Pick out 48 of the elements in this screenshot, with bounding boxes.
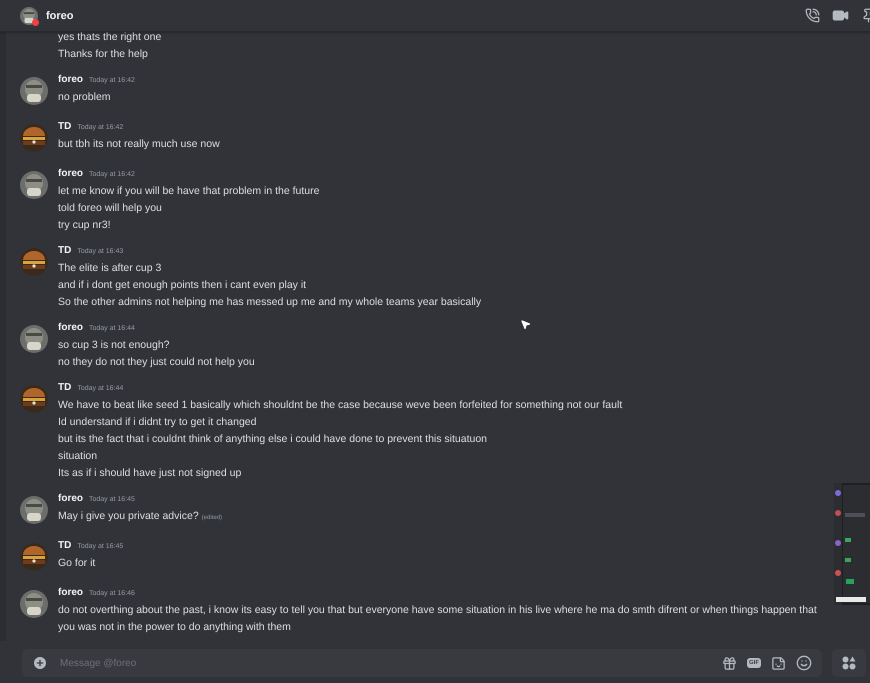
message-text: The elite is after cup 3 [58, 261, 162, 276]
message-text: Id understand if i didnt try to get it changed [58, 415, 258, 430]
cursor-icon [520, 319, 531, 330]
message-text: no they do not they just could not help you [58, 355, 255, 370]
message-text: let me know if you will be have that problem in the future [58, 184, 320, 199]
message-text: but its the fact that i couldnt think of anything else i could have done to prevent this situatuon [58, 432, 488, 447]
message-text: do not overthing about the past, i know its easy to tell you that but everyone have some situation in his live where he ma do smth difrent or when things happen that you was not in the power to do anything with them [58, 603, 818, 635]
message-text: Thanks for the help [58, 47, 149, 62]
message-text: told foreo will help you [58, 201, 163, 216]
message-text: Go for it [58, 556, 96, 571]
author-name[interactable]: TD [58, 121, 72, 132]
avatar [20, 77, 48, 105]
author-name[interactable]: TD [58, 382, 72, 393]
message-text: So the other admins not helping me has messed up me and my whole teams year basically [58, 295, 482, 310]
avatar [20, 543, 48, 571]
apps-button[interactable] [832, 649, 866, 677]
avatar [20, 385, 48, 413]
message-text: try cup nr3! [58, 218, 112, 233]
message-input[interactable]: Message @foreo [58, 656, 712, 670]
message-text: no problem [58, 90, 112, 105]
phone-icon[interactable] [805, 8, 820, 23]
message-text: yes thats the right one [58, 32, 162, 45]
channel-title: foreo [46, 10, 74, 22]
sticker-icon[interactable] [771, 656, 786, 670]
add-icon[interactable] [32, 655, 48, 671]
message-text: May i give you private advice? [58, 510, 199, 522]
author-name[interactable]: foreo [58, 493, 83, 504]
author-name[interactable]: foreo [58, 587, 83, 598]
avatar [20, 496, 48, 524]
avatar [20, 590, 48, 618]
message-text: but tbh its not really much use now [58, 137, 220, 152]
avatar [20, 124, 48, 152]
avatar [20, 248, 48, 276]
avatar [20, 325, 48, 353]
message-text: situation [58, 449, 98, 464]
apps-icon[interactable] [842, 656, 856, 670]
author-name[interactable]: foreo [58, 322, 83, 333]
message-text: Its as if i should have just not signed up [58, 466, 242, 481]
message-text: and if i dont get enough points then i cant even play it [58, 278, 308, 293]
author-name[interactable]: foreo [58, 168, 83, 179]
author-name[interactable]: TD [58, 540, 72, 551]
message-text: so cup 3 is not enough? [58, 338, 171, 353]
gift-icon[interactable] [722, 656, 737, 670]
author-name[interactable]: foreo [58, 74, 83, 85]
emoji-icon[interactable] [796, 655, 812, 671]
message-text: We have to beat like seed 1 basically which shouldnt be the case because weve been forfeited for something not our fault [58, 398, 622, 413]
author-name[interactable]: TD [58, 245, 72, 256]
avatar [20, 171, 48, 199]
